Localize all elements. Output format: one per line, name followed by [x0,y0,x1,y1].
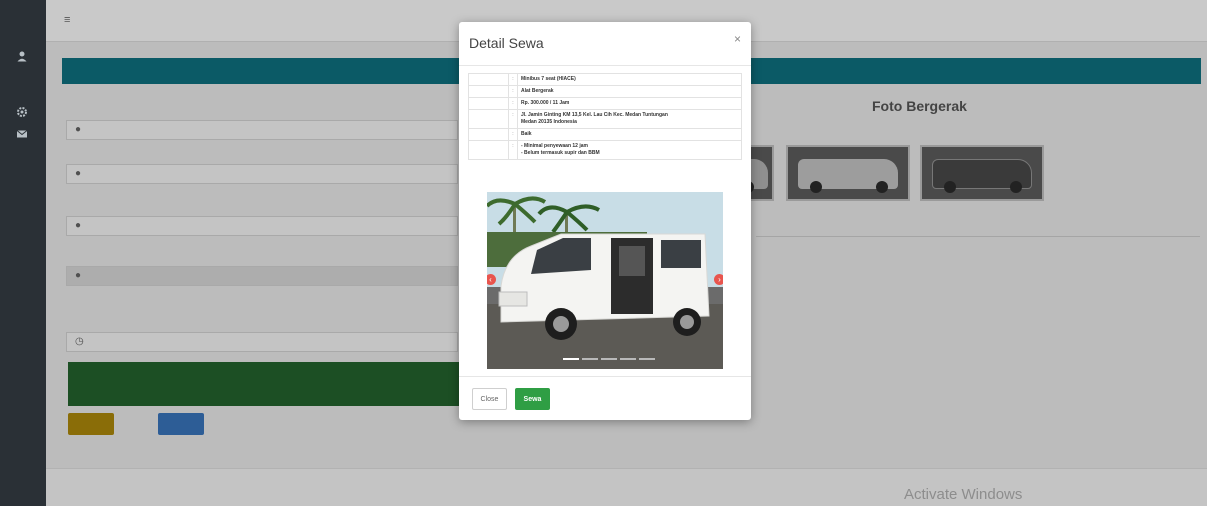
detail-value: Baik [517,128,742,141]
detail-value-line: Baik [521,131,532,137]
carousel-indicator[interactable] [563,358,579,360]
detail-value-line: - Belum termasuk supir dan BBM [521,150,600,156]
gear-icon[interactable] [15,106,29,120]
detail-key [468,140,509,160]
close-button[interactable]: Close [472,388,507,410]
carousel-indicator[interactable] [582,358,598,360]
detail-separator: : [508,73,518,86]
detail-value-line: Medan 20135 Indonesia [521,119,577,125]
secondary-action-button[interactable] [158,413,204,435]
carousel-indicators [563,351,658,363]
modal-header: Detail Sewa × [459,22,751,66]
notice-banner [68,362,488,406]
sidebar [0,0,46,506]
detail-key [468,97,509,110]
photo-thumbnail[interactable] [920,145,1044,201]
detail-key [468,73,509,86]
form-input-4[interactable]: ● [66,266,458,286]
form-input-5[interactable]: ◷ [66,332,458,352]
detail-row: : Baik [468,128,742,141]
modal-title: Detail Sewa [469,35,544,51]
page-footer [46,468,1207,506]
user-icon[interactable] [15,50,29,64]
foto-bergerak-title: Foto Bergerak [872,98,967,114]
modal-footer: Close Sewa [459,376,751,420]
detail-table: : Minibus 7 seat (HIACE): Alat Bergerak: Rp… [468,73,742,160]
mail-icon[interactable] [15,128,29,142]
detail-key [468,128,509,141]
detail-separator: : [508,85,518,98]
input-icon: ● [75,220,82,231]
input-icon: ● [75,124,82,135]
white-van-photo [498,233,710,340]
detail-value-line: Jl. Jamin Ginting KM 13,5 Kel. Lau Cih K… [521,112,668,118]
detail-value-line: Rp. 300.000 / 11 Jam [521,100,570,106]
detail-row: : Alat Bergerak [468,85,742,98]
carousel-indicator[interactable] [601,358,617,360]
carousel-indicator[interactable] [639,358,655,360]
form-input-3[interactable]: ● [66,216,458,236]
input-icon: ● [75,270,82,281]
primary-action-button[interactable] [68,413,114,435]
vehicle-photo-carousel[interactable]: ‹ › [487,192,723,369]
section-divider [756,236,1200,237]
calendar-icon: ◷ [75,336,84,347]
detail-row: : Minibus 7 seat (HIACE) [468,73,742,86]
detail-row: : Rp. 300.000 / 11 Jam [468,97,742,110]
photo-thumbnail[interactable] [786,145,910,201]
carousel-next-button[interactable]: › [714,274,723,285]
detail-sewa-modal: Detail Sewa × : Minibus 7 seat (HIACE): Al… [459,22,751,420]
detail-separator: : [508,140,518,160]
detail-row: : Jl. Jamin Ginting KM 13,5 Kel. Lau Cih … [468,109,742,129]
activate-windows-watermark: Activate Windows [904,486,1023,503]
form-input-1[interactable]: ● [66,120,458,140]
detail-value: Rp. 300.000 / 11 Jam [517,97,742,110]
form-input-2[interactable]: ● [66,164,458,184]
detail-key [468,85,509,98]
detail-value: Jl. Jamin Ginting KM 13,5 Kel. Lau Cih K… [517,109,742,129]
detail-value-line: - Minimal penyewaan 12 jam [521,143,588,149]
close-icon[interactable]: × [734,32,741,46]
detail-key [468,109,509,129]
detail-value-line: Minibus 7 seat (HIACE) [521,76,576,82]
detail-value-line: Alat Bergerak [521,88,554,94]
detail-separator: : [508,97,518,110]
detail-value: - Minimal penyewaan 12 jam - Belum termas… [517,140,742,160]
detail-row: :- Minimal penyewaan 12 jam - Belum terma… [468,140,742,160]
detail-value: Minibus 7 seat (HIACE) [517,73,742,86]
detail-separator: : [508,128,518,141]
input-icon: ● [75,168,82,179]
detail-separator: : [508,109,518,129]
carousel-indicator[interactable] [620,358,636,360]
hamburger-icon[interactable]: ≡ [64,14,70,26]
detail-value: Alat Bergerak [517,85,742,98]
sewa-button[interactable]: Sewa [515,388,550,410]
